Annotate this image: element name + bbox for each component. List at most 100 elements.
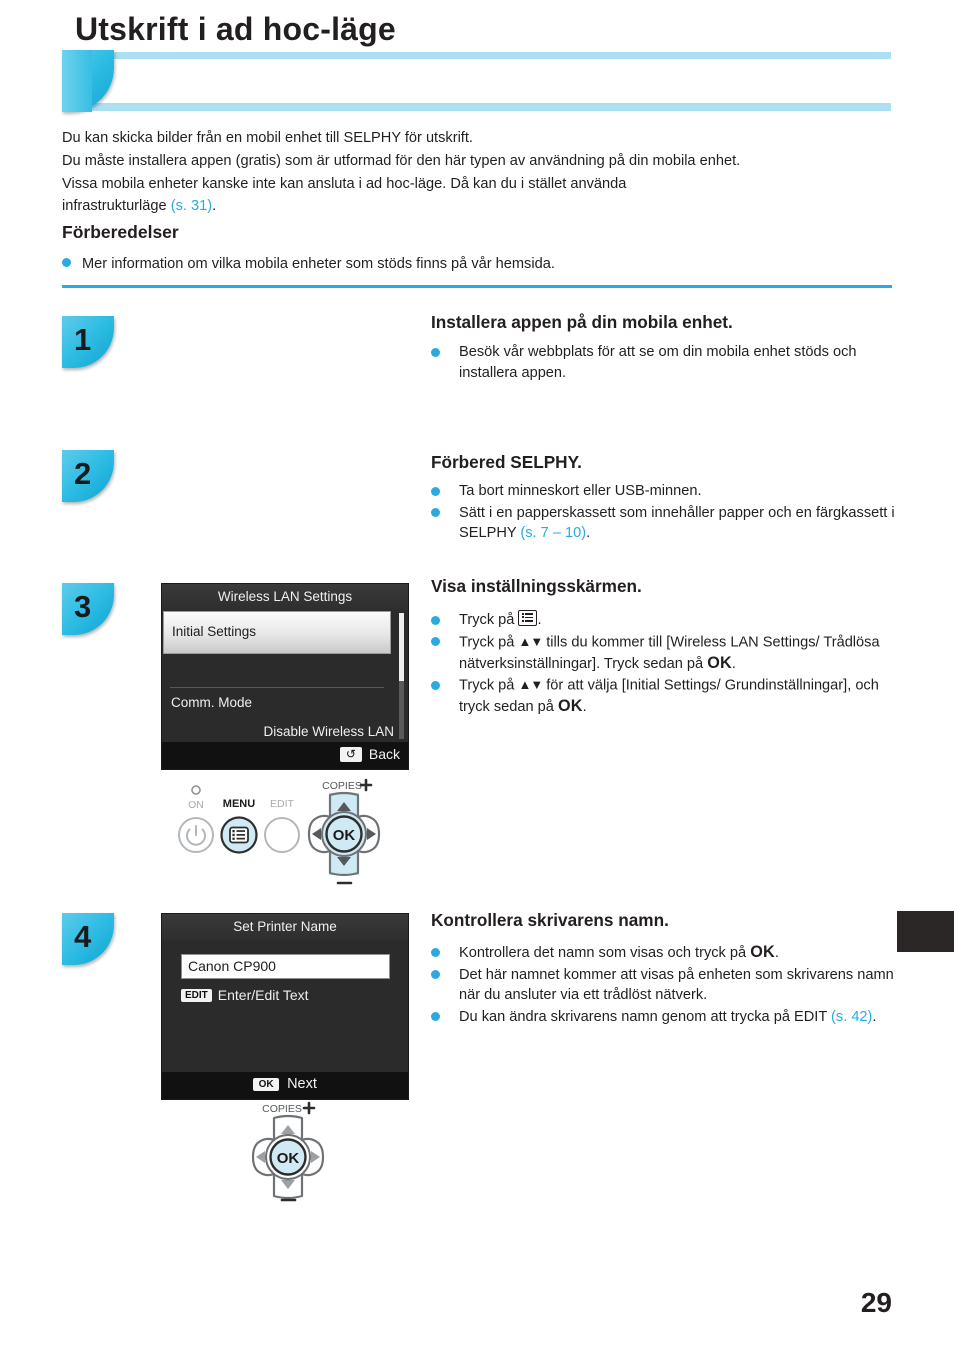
step-4-body: Kontrollera det namn som visas och tryck… [431,942,911,1028]
step-4-bullet-2: Det här namnet kommer att visas på enhet… [431,965,911,1006]
bullet-dot-icon [62,258,71,267]
page-title: Utskrift i ad hoc-läge [75,11,396,47]
lcd-menu-item-comm-mode-value: Disable Wireless LAN [263,724,394,739]
page-ref-link-42[interactable]: (s. 42) [831,1009,872,1025]
lcd-footer-bar-printer-name: OK Next [162,1072,408,1099]
step-1-bullet-1-text: Besök vår webbplats för att se om din mo… [459,344,857,381]
printer-name-input[interactable]: Canon CP900 [181,954,390,979]
lcd-footer-bar-wlan: ↺ Back [162,742,408,769]
svg-text:OK: OK [277,1150,300,1167]
step-number-3: 3 [74,589,92,624]
step-3-bullet-2-suffix: . [731,655,736,672]
bullet-dot-icon [431,970,440,980]
svg-text:EDIT: EDIT [270,798,295,810]
section-divider-rule [62,285,892,288]
lcd-menu-item-initial-settings-label: Initial Settings [172,624,257,639]
intro-line-4-period: . [212,198,217,215]
svg-text:COPIES: COPIES [262,1103,302,1115]
step-2-title: Förbered SELPHY. [431,452,582,472]
step-4-bullet-1: Kontrollera det namn som visas och tryck… [431,942,911,964]
intro-paragraph: Du kan skicka bilder från en mobil enhet… [62,127,892,218]
step-3-bullet-2-prefix: Tryck på [459,634,519,651]
intro-line-2: Du måste installera appen (gratis) som ä… [62,152,741,169]
step-1-title: Installera appen på din mobila enhet. [431,312,733,332]
step-1-body: Besök vår webbplats för att se om din mo… [431,342,901,384]
control-panel-diagram-step-3: ON MENU EDIT COPIES OK [170,778,400,890]
svg-text:MENU: MENU [223,798,255,810]
menu-button-icon [518,610,538,626]
lcd-menu-item-comm-mode-label[interactable]: Comm. Mode [171,695,252,710]
ok-button-label: OK [707,653,732,672]
step-2-bullet-2-period: . [586,525,591,542]
header-bottom-bar [62,103,891,111]
svg-text:OK: OK [333,827,356,844]
bullet-dot-icon [431,637,440,647]
step-2-bullet-2: Sätt i en papperskassett som innehåller … [431,503,901,544]
ok-button-label: OK [557,697,583,716]
step-3-bullet-3-prefix: Tryck på [459,677,519,694]
bullet-dot-icon [431,615,440,625]
step-badge-1: 1 [62,316,114,368]
lcd-title-set-printer-name: Set Printer Name [162,914,408,940]
step-badge-4: 4 [62,913,114,965]
step-badge-3: 3 [62,583,114,635]
step-3-bullet-1-prefix: Tryck på [459,612,519,628]
step-2-bullet-1-text: Ta bort minneskort eller USB-minnen. [459,483,702,499]
bullet-dot-icon [431,347,440,357]
lcd-back-control[interactable]: ↺ Back [339,746,400,762]
intro-line-4-text: infrastrukturläge [62,198,171,215]
step-4-bullet-3: Du kan ändra skrivarens namn genom att t… [431,1007,911,1028]
lcd-edit-text-label: Enter/Edit Text [217,987,309,1003]
intro-line-4: infrastrukturläge (s. 31). [62,195,892,218]
page-ref-link-31[interactable]: (s. 31) [171,198,212,214]
control-panel-diagram-step-4: COPIES OK [232,1100,344,1208]
step-2-bullet-1: Ta bort minneskort eller USB-minnen. [431,481,901,502]
bullet-dot-icon [431,947,440,957]
step-3-body: Tryck på . Tryck på ▲▼ tills du kommer t… [431,610,903,719]
preparations-heading: Förberedelser [62,222,179,242]
preparations-bullet-row: Mer information om vilka mobila enheter … [62,254,892,274]
step-3-bullet-1: Tryck på . [431,610,903,631]
lcd-menu-item-initial-settings[interactable]: Initial Settings [163,611,391,654]
bullet-dot-icon [431,1012,440,1022]
up-down-arrow-icon: ▲▼ [518,633,543,649]
power-led-icon [191,785,201,795]
step-3-title: Visa inställningsskärmen. [431,576,642,596]
header-corner-tab-inner [62,50,92,112]
preparations-bullet-text: Mer information om vilka mobila enheter … [82,256,555,272]
edit-key-icon: EDIT [181,988,212,1002]
step-3-bullet-3: Tryck på ▲▼ för att välja [Initial Setti… [431,675,903,718]
step-number-1: 1 [74,322,92,357]
step-2-body: Ta bort minneskort eller USB-minnen. Sät… [431,481,901,545]
svg-text:COPIES: COPIES [322,780,362,792]
step-4-title: Kontrollera skrivarens namn. [431,910,669,930]
chapter-edge-tab [897,911,954,952]
lcd-row-divider [170,687,384,688]
step-4-bullet-3-prefix: Du kan ändra skrivarens namn genom att t… [459,1008,832,1025]
lcd-title-wireless-lan: Wireless LAN Settings [162,584,408,610]
bullet-dot-icon [431,486,440,496]
step-badge-2: 2 [62,450,114,502]
bullet-dot-icon [431,508,440,518]
intro-line-1: Du kan skicka bilder från en mobil enhet… [62,130,473,146]
ok-button-label: OK [750,943,775,961]
lcd-edit-text-control[interactable]: EDIT Enter/Edit Text [181,987,309,1003]
step-3-bullet-2: Tryck på ▲▼ tills du kommer till [Wirele… [431,632,903,675]
lcd-screen-wireless-lan-settings: Wireless LAN Settings Initial Settings C… [161,583,409,770]
step-number-2: 2 [74,456,92,491]
up-down-arrow-icon: ▲▼ [518,677,543,693]
printer-name-value: Canon CP900 [188,958,276,974]
step-4-bullet-1-prefix: Kontrollera det namn som visas och tryck… [459,945,751,961]
page-header-banner [62,50,891,112]
bullet-dot-icon [431,680,440,690]
step-1-bullet-1: Besök vår webbplats för att se om din mo… [431,342,901,383]
page-ref-link-7-10[interactable]: (s. 7 – 10) [520,525,586,541]
ok-key-icon: OK [253,1077,280,1091]
svg-text:ON: ON [188,799,204,811]
lcd-next-control[interactable]: OK Next [162,1076,408,1092]
step-number-4: 4 [74,919,92,954]
lcd-scrollbar-thumb[interactable] [399,613,404,681]
back-arrow-icon: ↺ [339,746,362,762]
step-4-bullet-3-suffix: . [872,1008,877,1025]
step-3-bullet-1-suffix: . [537,612,542,628]
